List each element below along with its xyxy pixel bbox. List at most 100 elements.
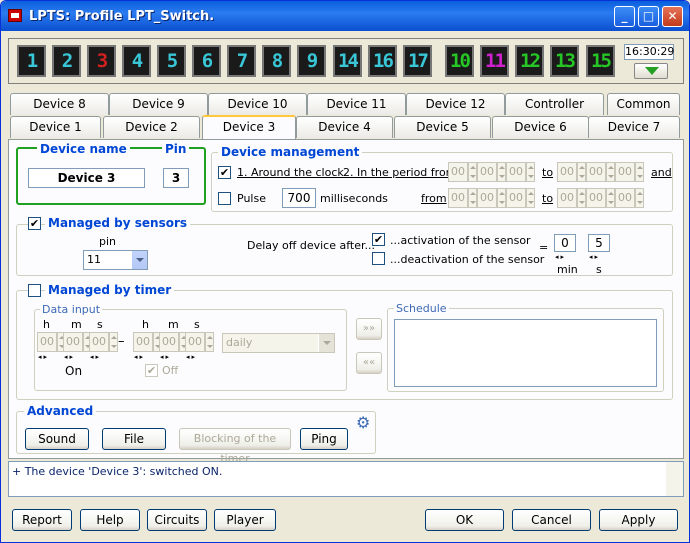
device-name-input[interactable]: Device 3 — [28, 168, 145, 188]
period-time-field[interactable]: 00 — [586, 162, 606, 182]
remove-schedule-button[interactable]: «« — [356, 352, 382, 374]
pulse-checkbox[interactable] — [218, 192, 231, 205]
repeat-select[interactable]: daily — [222, 333, 335, 353]
time-arrow-buttons[interactable]: ◂▸ — [64, 353, 75, 361]
period-time-field[interactable]: 00 — [615, 162, 635, 182]
circuits-button[interactable]: Circuits — [147, 509, 207, 531]
delay-seconds-input[interactable]: 5 — [588, 234, 610, 252]
blocking-timer-button[interactable]: Blocking of the timer — [179, 428, 291, 465]
timer-time-field[interactable]: 00 — [159, 332, 179, 352]
event-log[interactable]: + The device 'Device 3': switched ON. — [8, 461, 684, 497]
managed-by-timer-checkbox[interactable] — [28, 284, 41, 297]
time-spinner[interactable] — [497, 162, 506, 182]
sensor-pin-select[interactable]: 11 — [83, 250, 148, 270]
tab-device-9[interactable]: Device 9 — [109, 93, 208, 115]
tab-device-10[interactable]: Device 10 — [208, 93, 307, 115]
on-label: On — [65, 364, 83, 378]
timer-time-field[interactable]: 00 — [63, 332, 83, 352]
log-line: + The device 'Device 3': switched ON. — [12, 465, 223, 478]
timer-time-field[interactable]: 00 — [89, 332, 109, 352]
time-spinner[interactable] — [468, 162, 477, 182]
tab-common[interactable]: Common — [607, 93, 680, 115]
digit-display: 1 — [17, 45, 46, 77]
period-time-field[interactable]: 00 — [477, 162, 497, 182]
from-label: from — [421, 192, 447, 205]
managed-by-sensors-checkbox[interactable]: ✔ — [28, 217, 41, 230]
time-spinner[interactable] — [109, 332, 118, 352]
timer-time-field[interactable]: 00 — [37, 332, 57, 352]
tab-device-1[interactable]: Device 1 — [10, 116, 101, 138]
tab-device-11[interactable]: Device 11 — [307, 93, 406, 115]
time-spinner[interactable] — [468, 188, 477, 208]
sensor-pin-label: pin — [99, 235, 117, 248]
period-time-field[interactable]: 00 — [448, 188, 468, 208]
file-button[interactable]: File — [102, 428, 166, 450]
tab-device-7[interactable]: Device 7 — [588, 116, 680, 138]
time-spinner[interactable] — [497, 188, 506, 208]
chevron-down-icon — [131, 251, 147, 269]
panel-toggle-button[interactable] — [634, 63, 668, 79]
activation-checkbox[interactable]: ✔ — [372, 233, 385, 246]
time-spinner[interactable] — [577, 188, 586, 208]
off-checkbox[interactable]: ✔ — [145, 364, 158, 377]
report-button[interactable]: Report — [12, 509, 72, 531]
time-spinner[interactable] — [526, 188, 535, 208]
time-arrow-buttons[interactable]: ◂▸ — [160, 353, 171, 361]
app-icon — [8, 9, 22, 22]
schedule-list[interactable] — [394, 319, 657, 387]
cancel-button[interactable]: Cancel — [512, 509, 591, 531]
tab-device-2[interactable]: Device 2 — [103, 116, 200, 138]
minimize-button[interactable]: _ — [614, 6, 635, 27]
period-time-field[interactable]: 00 — [506, 162, 526, 182]
sound-button[interactable]: Sound — [25, 428, 89, 450]
time-spinner[interactable] — [526, 162, 535, 182]
around-clock-checkbox[interactable]: ✔ — [218, 166, 231, 179]
add-schedule-button[interactable]: »» — [356, 318, 382, 340]
gear-icon[interactable]: ⚙ — [356, 415, 372, 431]
time-spinner[interactable] — [205, 332, 214, 352]
tab-device-3[interactable]: Device 3 — [202, 115, 296, 139]
pin-input[interactable]: 3 — [163, 168, 189, 188]
period-time-field[interactable]: 00 — [448, 162, 468, 182]
period-time-field[interactable]: 00 — [477, 188, 497, 208]
tab-device-5[interactable]: Device 5 — [394, 116, 491, 138]
title-bar: LPTS: Profile LPT_Switch. _ □ ✕ — [1, 1, 689, 31]
time-arrow-buttons[interactable]: ◂▸ — [38, 353, 49, 361]
time-arrow-buttons[interactable]: ◂▸ — [186, 353, 197, 361]
minutes-spinner[interactable]: ◂▸ — [555, 253, 566, 261]
ok-button[interactable]: OK — [425, 509, 504, 531]
period-time-field[interactable]: 00 — [557, 188, 577, 208]
time-spinner[interactable] — [606, 188, 615, 208]
sec-label: s — [596, 263, 602, 276]
timer-time-field[interactable]: 00 — [185, 332, 205, 352]
time-spinner[interactable] — [635, 162, 644, 182]
tab-device-12[interactable]: Device 12 — [406, 93, 505, 115]
pulse-duration-input[interactable]: 700 — [282, 188, 316, 208]
time-spinner[interactable] — [635, 188, 644, 208]
apply-button[interactable]: Apply — [599, 509, 678, 531]
in-period-label: 2. In the period from — [343, 166, 457, 179]
help-button[interactable]: Help — [80, 509, 140, 531]
time-arrow-buttons[interactable]: ◂▸ — [90, 353, 101, 361]
period-time-field[interactable]: 00 — [615, 188, 635, 208]
seconds-spinner[interactable]: ◂▸ — [589, 253, 600, 261]
period-time-field[interactable]: 00 — [586, 188, 606, 208]
player-button[interactable]: Player — [214, 509, 276, 531]
maximize-button[interactable]: □ — [638, 6, 659, 27]
period-time-field[interactable]: 00 — [506, 188, 526, 208]
tab-controller[interactable]: Controller — [505, 93, 604, 115]
tab-device-4[interactable]: Device 4 — [296, 116, 393, 138]
time-spinner[interactable] — [577, 162, 586, 182]
timer-time-field[interactable]: 00 — [133, 332, 153, 352]
delay-minutes-input[interactable]: 0 — [554, 234, 576, 252]
close-button[interactable]: ✕ — [662, 6, 683, 27]
tab-device-6[interactable]: Device 6 — [492, 116, 589, 138]
deactivation-checkbox[interactable] — [372, 252, 385, 265]
period-time-field[interactable]: 00 — [557, 162, 577, 182]
tab-device-8[interactable]: Device 8 — [10, 93, 109, 115]
log-scrollbar[interactable] — [666, 462, 683, 496]
digit-display: 13 — [550, 45, 579, 77]
ping-button[interactable]: Ping — [300, 428, 348, 450]
time-arrow-buttons[interactable]: ◂▸ — [134, 353, 145, 361]
time-spinner[interactable] — [606, 162, 615, 182]
